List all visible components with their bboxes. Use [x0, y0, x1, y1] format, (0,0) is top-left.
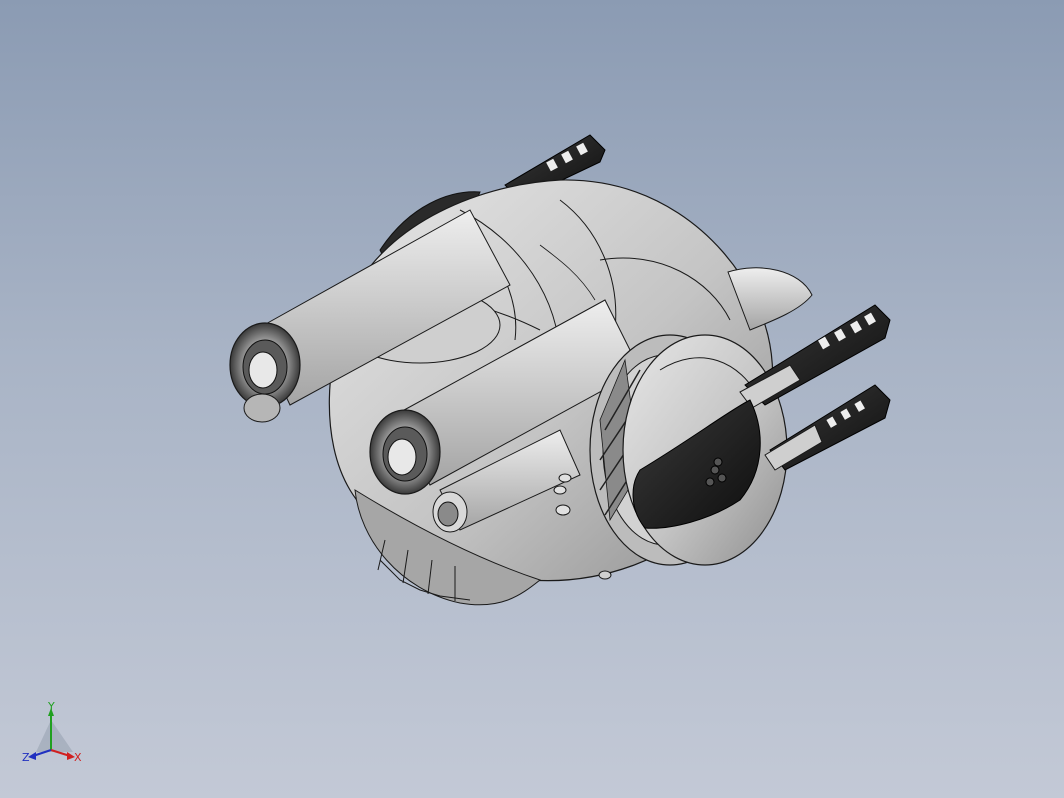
triad-plane — [36, 720, 73, 752]
bottom-nub — [598, 570, 612, 580]
3d-model-render[interactable] — [0, 0, 1064, 798]
x-axis-label: X — [74, 751, 82, 764]
orientation-triad[interactable]: Y X Z — [18, 700, 88, 770]
y-axis-label: Y — [47, 700, 55, 713]
3d-viewport[interactable]: Y X Z — [0, 0, 1064, 798]
z-axis-label: Z — [22, 751, 30, 764]
